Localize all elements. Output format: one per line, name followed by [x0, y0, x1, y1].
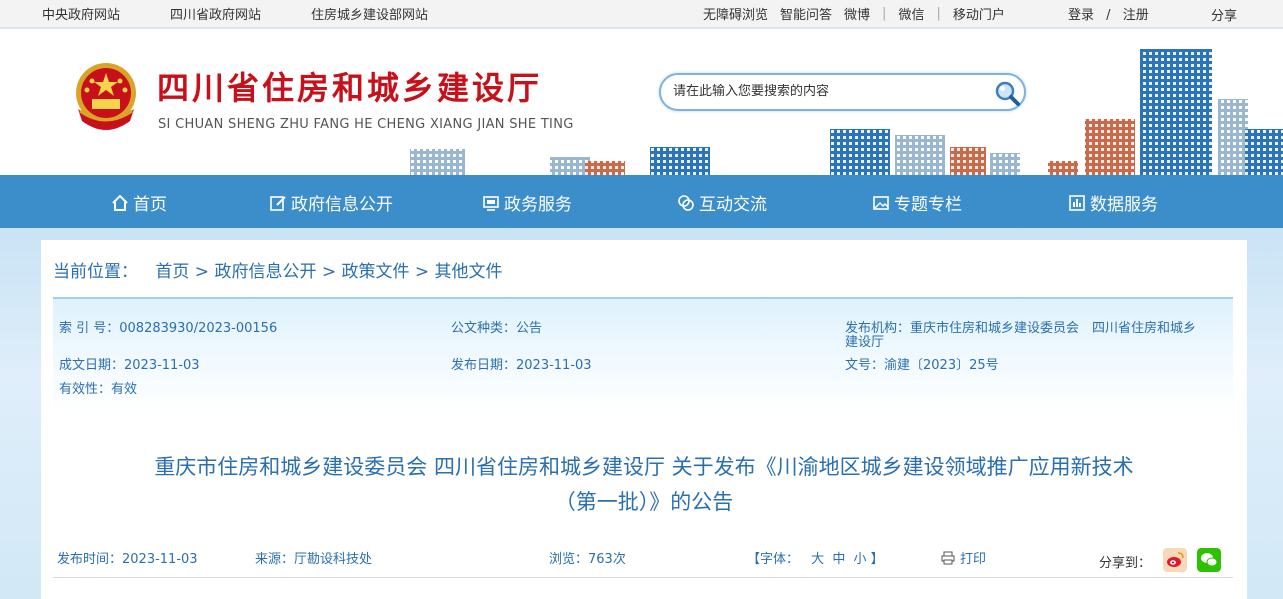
- main-nav: 首页 政府信息公开 政务服务 互动交流 专题专栏 数据服务: [0, 175, 1283, 228]
- article-title-line1: 重庆市住房和城乡建设委员会 四川省住房和城乡建设厅 关于发布《川渝地区城乡建设领…: [154, 455, 1134, 479]
- chat-icon: [678, 194, 694, 211]
- site-header: 四川省住房和城乡建设厅 SI CHUAN SHENG ZHU FANG HE C…: [0, 29, 1283, 175]
- link-central-gov[interactable]: 中央政府网站: [42, 4, 120, 23]
- meta-doc-number: 文号：渝建〔2023〕25号: [845, 358, 999, 373]
- article-title-line2: （第一批）》的公告: [554, 490, 734, 514]
- font-label: 【字体：: [747, 552, 800, 567]
- nav-label: 政府信息公开: [291, 195, 393, 215]
- divider: |: [882, 6, 887, 21]
- nav-item-home[interactable]: 首页: [111, 190, 167, 215]
- link-weibo[interactable]: 微博: [844, 4, 870, 23]
- nav-item-gov-service[interactable]: 政务服务: [482, 190, 572, 215]
- login-link[interactable]: 登录: [1068, 8, 1094, 23]
- share-link[interactable]: 分享: [1211, 5, 1237, 24]
- national-emblem-icon: [76, 63, 136, 130]
- link-smart-qa[interactable]: 智能问答: [780, 4, 832, 23]
- register-link[interactable]: 注册: [1123, 8, 1149, 23]
- document-meta-table: 索 引 号：008283930/2023-00156 公文种类：公告 发布机构：…: [53, 297, 1233, 412]
- meta-index-no: 索 引 号：008283930/2023-00156: [59, 321, 278, 336]
- top-bar: 中央政府网站 四川省政府网站 住房城乡建设部网站 无障碍浏览 智能问答 微博 |…: [0, 0, 1283, 28]
- weibo-share-icon[interactable]: [1163, 548, 1187, 572]
- wechat-share-icon[interactable]: [1197, 548, 1221, 572]
- meta-created-date: 成文日期：2023-11-03: [59, 358, 200, 373]
- link-mobile-portal[interactable]: 移动门户: [953, 4, 1005, 23]
- slash: /: [1106, 8, 1111, 23]
- nav-item-gov-info[interactable]: 政府信息公开: [269, 190, 393, 215]
- nav-label: 互动交流: [699, 195, 767, 215]
- search-box: [659, 73, 1026, 111]
- home-icon: [112, 194, 128, 211]
- link-accessibility[interactable]: 无障碍浏览: [703, 4, 768, 23]
- divider: [53, 577, 1233, 578]
- edit-icon: [270, 195, 286, 211]
- font-large-button[interactable]: 大: [811, 552, 824, 567]
- meta-doc-type: 公文种类：公告: [451, 321, 543, 336]
- meta-publisher-line1: 发布机构：重庆市住房和城乡建设委员会 四川省住房和城乡: [845, 321, 1197, 336]
- nav-label: 专题专栏: [894, 195, 962, 215]
- divider: |: [936, 6, 941, 21]
- link-sichuan-gov[interactable]: 四川省政府网站: [170, 4, 261, 23]
- nav-label: 政务服务: [504, 195, 572, 215]
- search-input[interactable]: [673, 84, 973, 99]
- font-medium-button[interactable]: 中: [832, 552, 845, 567]
- font-small-button[interactable]: 小: [853, 552, 866, 567]
- view-count: 浏览：763次: [549, 552, 626, 567]
- nav-item-topics[interactable]: 专题专栏: [872, 190, 962, 215]
- breadcrumb-path[interactable]: 首页 > 政府信息公开 > 政策文件 > 其他文件: [155, 262, 502, 282]
- link-mohurd[interactable]: 住房城乡建设部网站: [311, 4, 428, 23]
- print-icon: [941, 551, 955, 564]
- meta-publisher-line2: 建设厅: [845, 335, 885, 350]
- breadcrumb-label: 当前位置：: [53, 262, 138, 282]
- publish-time: 发布时间：2023-11-03: [57, 552, 198, 567]
- monitor-icon: [483, 195, 499, 211]
- nav-label: 数据服务: [1090, 195, 1158, 215]
- print-button[interactable]: 打印: [941, 548, 986, 567]
- content-panel: 当前位置： 首页 > 政府信息公开 > 政策文件 > 其他文件 索 引 号：00…: [41, 240, 1247, 599]
- meta-validity: 有效性：有效: [59, 382, 138, 397]
- print-label: 打印: [960, 552, 987, 567]
- font-size-control: 【字体： 大 中 小 】: [747, 548, 884, 567]
- share-to-label: 分享到：: [1099, 556, 1152, 571]
- article-title: 重庆市住房和城乡建设委员会 四川省住房和城乡建设厅 关于发布《川渝地区城乡建设领…: [41, 450, 1247, 520]
- breadcrumb: 当前位置： 首页 > 政府信息公开 > 政策文件 > 其他文件: [53, 257, 503, 282]
- search-icon[interactable]: [994, 80, 1020, 106]
- chart-icon: [1069, 194, 1085, 211]
- font-close-bracket: 】: [870, 552, 884, 567]
- meta-published-date: 发布日期：2023-11-03: [451, 358, 592, 373]
- nav-item-data-service[interactable]: 数据服务: [1068, 190, 1158, 215]
- link-wechat[interactable]: 微信: [898, 4, 924, 23]
- source: 来源：厅勘设科技处: [255, 552, 373, 567]
- nav-item-interaction[interactable]: 互动交流: [677, 190, 767, 215]
- image-icon: [873, 195, 889, 210]
- nav-label: 首页: [133, 195, 167, 215]
